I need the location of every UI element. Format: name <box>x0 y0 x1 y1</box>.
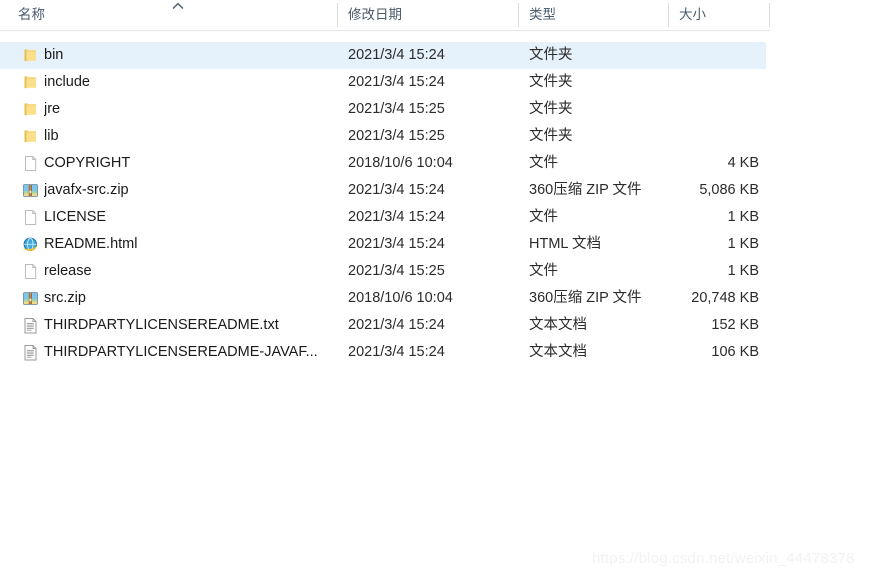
file-date-cell: 2018/10/6 10:04 <box>348 290 453 306</box>
html-document-icon <box>22 236 39 253</box>
file-size-cell: 1 KB <box>727 209 759 225</box>
file-name-cell: lib <box>44 128 59 144</box>
file-date-cell: 2021/3/4 15:24 <box>348 317 445 333</box>
file-size-cell: 20,748 KB <box>691 290 759 306</box>
file-date-cell: 2021/3/4 15:24 <box>348 74 445 90</box>
file-date-cell: 2021/3/4 15:24 <box>348 182 445 198</box>
file-row[interactable]: lib 2021/3/4 15:25 文件夹 <box>0 123 766 150</box>
file-size-cell: 1 KB <box>727 263 759 279</box>
column-divider[interactable] <box>337 3 338 27</box>
file-row[interactable]: COPYRIGHT 2018/10/6 10:04 文件 4 KB <box>0 150 766 177</box>
watermark-text: https://blog.csdn.net/weixin_44478378 <box>592 550 855 567</box>
folder-icon <box>22 101 39 118</box>
text-document-icon <box>22 317 39 334</box>
file-size-cell <box>620 123 759 150</box>
file-row[interactable]: src.zip 2018/10/6 10:04 360压缩 ZIP 文件 20,748… <box>0 285 766 312</box>
blank-file-icon <box>22 263 39 280</box>
file-row[interactable]: bin 2021/3/4 15:24 文件夹 <box>0 42 766 69</box>
folder-icon <box>22 128 39 145</box>
file-name-cell: include <box>44 74 90 90</box>
file-row[interactable]: THIRDPARTYLICENSEREADME.txt 2021/3/4 15:2… <box>0 312 766 339</box>
file-date-cell: 2021/3/4 15:24 <box>348 344 445 360</box>
file-name-cell: COPYRIGHT <box>44 155 131 171</box>
file-size-cell <box>620 42 759 69</box>
file-row[interactable]: include 2021/3/4 15:24 文件夹 <box>0 69 766 96</box>
file-size-cell: 152 KB <box>711 317 759 333</box>
text-document-icon <box>22 344 39 361</box>
file-size-cell: 5,086 KB <box>699 182 759 198</box>
column-divider[interactable] <box>769 3 770 27</box>
file-row[interactable]: THIRDPARTYLICENSEREADME-JAVAF... 2021/3/4… <box>0 339 766 366</box>
file-date-cell: 2021/3/4 15:25 <box>348 263 445 279</box>
folder-icon <box>22 74 39 91</box>
file-size-cell <box>620 69 759 96</box>
blank-file-icon <box>22 155 39 172</box>
file-name-cell: javafx-src.zip <box>44 182 129 198</box>
zip-archive-icon <box>22 182 39 199</box>
file-name-cell: src.zip <box>44 290 86 306</box>
file-date-cell: 2021/3/4 15:25 <box>348 128 445 144</box>
file-name-cell: README.html <box>44 236 138 252</box>
file-row[interactable]: LICENSE 2021/3/4 15:24 文件 1 KB <box>0 204 766 231</box>
file-date-cell: 2021/3/4 15:24 <box>348 236 445 252</box>
file-size-cell <box>620 96 759 123</box>
file-date-cell: 2018/10/6 10:04 <box>348 155 453 171</box>
blank-file-icon <box>22 209 39 226</box>
file-date-cell: 2021/3/4 15:24 <box>348 47 445 63</box>
column-header-name[interactable]: 名称 <box>18 0 328 30</box>
file-date-cell: 2021/3/4 15:25 <box>348 101 445 117</box>
file-name-cell: release <box>44 263 92 279</box>
file-name-cell: THIRDPARTYLICENSEREADME.txt <box>44 317 279 333</box>
file-row[interactable]: javafx-src.zip 2021/3/4 15:24 360压缩 ZIP 文件… <box>0 177 766 204</box>
file-name-cell: LICENSE <box>44 209 107 225</box>
zip-archive-icon <box>22 290 39 307</box>
file-name-cell: THIRDPARTYLICENSEREADME-JAVAF... <box>44 344 318 360</box>
file-row[interactable]: jre 2021/3/4 15:25 文件夹 <box>0 96 766 123</box>
column-header-size[interactable]: 大小 <box>679 0 764 30</box>
file-list-view: 名称 修改日期 类型 大小 bin 2021/3/4 15:24 文件夹 includ… <box>0 0 770 366</box>
column-divider[interactable] <box>668 3 669 27</box>
file-size-cell: 4 KB <box>727 155 759 171</box>
folder-icon <box>22 47 39 64</box>
file-rows-container: bin 2021/3/4 15:24 文件夹 include 2021/3/4 15:2… <box>0 31 770 366</box>
column-divider[interactable] <box>518 3 519 27</box>
file-size-cell: 106 KB <box>711 344 759 360</box>
file-name-cell: bin <box>44 47 64 63</box>
file-size-cell: 1 KB <box>727 236 759 252</box>
file-name-cell: jre <box>44 101 61 117</box>
column-header-date-modified[interactable]: 修改日期 <box>348 0 508 30</box>
file-row[interactable]: release 2021/3/4 15:25 文件 1 KB <box>0 258 766 285</box>
file-row[interactable]: README.html 2021/3/4 15:24 HTML 文档 1 KB <box>0 231 766 258</box>
column-header-type[interactable]: 类型 <box>529 0 659 30</box>
column-header-row: 名称 修改日期 类型 大小 <box>0 0 770 31</box>
file-date-cell: 2021/3/4 15:24 <box>348 209 445 225</box>
